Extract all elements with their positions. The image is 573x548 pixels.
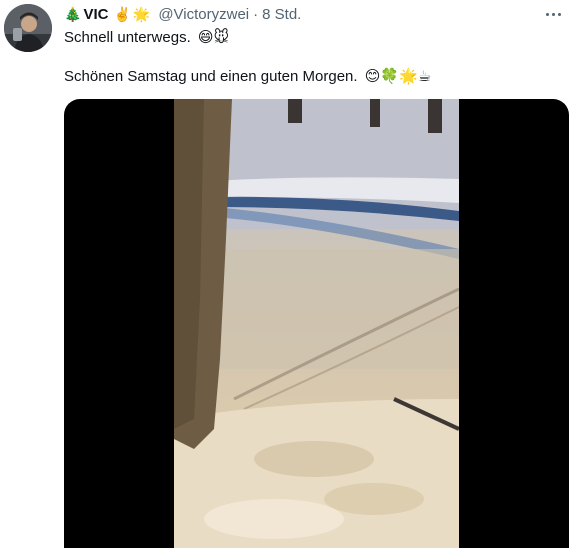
display-name[interactable]: VIC — [83, 6, 108, 24]
tweet-text-emojis: 😄🐭 — [197, 28, 230, 46]
video-still-image — [174, 99, 459, 548]
tweet-header: 🎄 VIC ✌️ 🌟 @Victoryzwei · 8 Std. — [64, 6, 301, 24]
tweet-text: Schönen Samstag und einen guten Morgen. — [64, 68, 358, 85]
victory-hand-icon: ✌️ — [113, 7, 131, 23]
tweet-timestamp[interactable]: 8 Std. — [262, 6, 301, 24]
video-player[interactable] — [64, 99, 569, 548]
more-options-button[interactable] — [541, 4, 565, 24]
tweet-text: Schnell unterwegs. — [64, 29, 191, 46]
tweet-text-emojis: 😊🍀🌟☕ — [364, 67, 432, 85]
christmas-tree-icon: 🎄 — [64, 7, 82, 23]
tweet-text-line-1: Schnell unterwegs. 😄🐭 — [64, 27, 229, 48]
tweet-text-line-2: Schönen Samstag und einen guten Morgen. … — [64, 66, 431, 87]
user-handle[interactable]: @Victoryzwei — [158, 6, 249, 24]
star-icon: 🌟 — [132, 7, 151, 23]
separator-dot: · — [253, 6, 259, 23]
more-horizontal-icon — [545, 12, 549, 16]
tweet[interactable]: 🎄 VIC ✌️ 🌟 @Victoryzwei · 8 Std. Schnell… — [0, 0, 573, 548]
avatar-image — [4, 4, 52, 52]
avatar[interactable] — [4, 4, 52, 52]
video-frame — [174, 99, 459, 548]
